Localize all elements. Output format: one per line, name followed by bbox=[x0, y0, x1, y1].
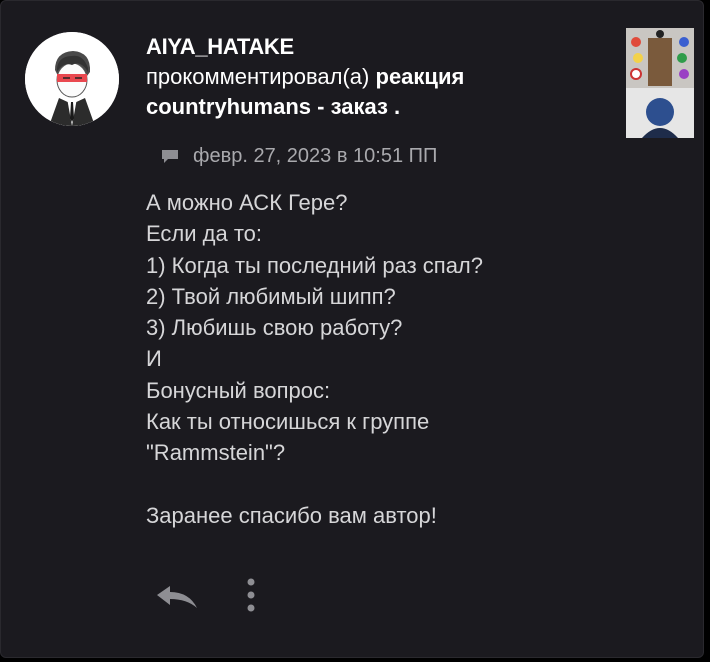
comment-meta: февр. 27, 2023 в 10:51 ПП bbox=[161, 144, 437, 168]
user-avatar[interactable] bbox=[25, 32, 119, 126]
reply-button[interactable] bbox=[151, 580, 201, 614]
comment-card: AIYA_HATAKE прокомментировал(а) реакция … bbox=[0, 0, 704, 658]
post-thumbnail-image bbox=[626, 28, 694, 138]
username[interactable]: AIYA_HATAKE bbox=[146, 32, 606, 62]
action-text: прокомментировал(а) bbox=[146, 64, 370, 89]
comment-body: А можно АСК Гере? Если да то: 1) Когда т… bbox=[146, 190, 484, 528]
post-title[interactable]: countryhumans - заказ . bbox=[146, 92, 606, 122]
chat-bubble-icon bbox=[162, 150, 178, 163]
reply-icon bbox=[157, 586, 197, 608]
post-title-prefix[interactable]: реакция bbox=[376, 64, 465, 89]
post-thumbnail[interactable] bbox=[626, 28, 694, 138]
avatar-image bbox=[25, 32, 119, 126]
more-options-button[interactable] bbox=[237, 575, 265, 615]
more-vertical-icon bbox=[247, 578, 255, 612]
comment-timestamp: февр. 27, 2023 в 10:51 ПП bbox=[193, 144, 438, 167]
comment-action-line: прокомментировал(а) реакция bbox=[146, 62, 606, 92]
comment-header: AIYA_HATAKE прокомментировал(а) реакция … bbox=[146, 32, 606, 122]
